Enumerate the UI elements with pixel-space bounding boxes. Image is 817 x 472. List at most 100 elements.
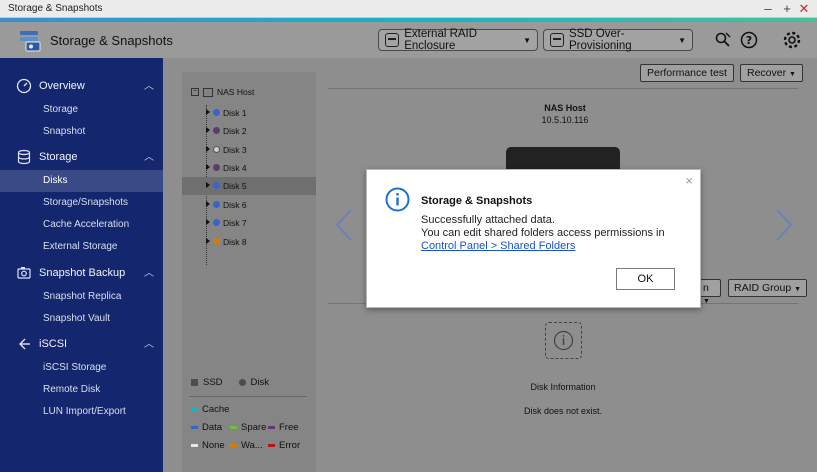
chevron-up-icon[interactable]: ︿ [144, 148, 154, 163]
recover-button[interactable]: Recover ▼ [740, 64, 803, 82]
legend-label: Spare [241, 422, 267, 433]
legend-none: None [191, 440, 225, 451]
sidebar-item-label: Cache Acceleration [43, 219, 130, 230]
disk-status-icon [213, 127, 220, 134]
tree-disk-item[interactable]: Disk 3 [182, 141, 316, 159]
disk-status-icon [213, 164, 220, 171]
help-icon[interactable]: ? [740, 31, 758, 49]
collapse-toggle-icon[interactable]: − [191, 88, 199, 96]
expand-arrow-icon[interactable] [206, 182, 210, 188]
app-logo-icon [20, 31, 41, 52]
ssd-square-icon [191, 379, 198, 386]
sidebar-item-label: Snapshot Vault [43, 313, 111, 324]
tree-disk-item[interactable]: Disk 2 [182, 122, 316, 140]
sidebar-item-remote-disk[interactable]: Remote Disk [0, 379, 163, 401]
legend-data: Data [191, 422, 222, 433]
app-header: Storage & Snapshots External RAID Enclos… [0, 22, 817, 58]
disk-info-title: Disk Information [530, 382, 596, 392]
dialog-message: Successfully attached data. [421, 214, 555, 226]
disk-status-icon [213, 238, 220, 245]
legend-label: Cache [202, 404, 230, 415]
data-swatch [191, 426, 198, 429]
disk-info-icon [545, 322, 582, 359]
expand-arrow-icon[interactable] [206, 219, 210, 225]
tree-disk-item[interactable]: Disk 7 [182, 214, 316, 232]
tree-disk-item[interactable]: Disk 6 [182, 196, 316, 214]
disk-name: Disk 8 [223, 237, 247, 247]
window-titlebar: Storage & Snapshots – + ✕ [0, 0, 817, 18]
sidebar-item-label: External Storage [43, 241, 118, 252]
legend-spare: Spare [230, 422, 266, 433]
external-raid-button[interactable]: External RAID Enclosure ▼ [378, 28, 538, 52]
tree-disk-item[interactable]: Disk 8 [182, 233, 316, 251]
gear-icon[interactable] [782, 30, 802, 50]
tree-root-label: NAS Host [217, 87, 255, 97]
disk-name: Disk 6 [223, 200, 247, 210]
sidebar-item-storage-snapshots[interactable]: Storage/Snapshots [0, 192, 163, 214]
disk-status-icon [213, 182, 220, 189]
sidebar-item-snapshot-replica[interactable]: Snapshot Replica [0, 286, 163, 308]
sidebar-section-overview[interactable]: Overview ︿ [0, 74, 163, 98]
sidebar-section-snapshot-backup[interactable]: Snapshot Backup ︿ [0, 261, 163, 285]
sidebar-item-external-storage[interactable]: External Storage [0, 236, 163, 258]
nas-host-label: NAS Host [544, 103, 586, 113]
sidebar-section-iscsi[interactable]: iSCSI ︿ [0, 332, 163, 356]
server-icon [203, 87, 213, 97]
none-swatch [191, 444, 198, 447]
expand-arrow-icon[interactable] [206, 127, 210, 133]
iscsi-icon [19, 338, 30, 350]
nas-ip-label: 10.5.10.116 [541, 115, 589, 125]
tree-disk-item-selected[interactable]: Disk 5 [182, 177, 316, 195]
expand-arrow-icon[interactable] [206, 164, 210, 170]
sidebar-item-lun-import-export[interactable]: LUN Import/Export [0, 401, 163, 423]
maximize-button[interactable]: + [780, 1, 794, 17]
shared-folders-link[interactable]: Control Panel > Shared Folders [421, 240, 575, 252]
chevron-right-icon[interactable] [774, 208, 794, 242]
disk-name: Disk 3 [223, 145, 247, 155]
sidebar-item-label: Snapshot Replica [43, 291, 122, 302]
sidebar-section-storage[interactable]: Storage ︿ [0, 145, 163, 169]
info-icon [553, 330, 574, 351]
performance-test-button[interactable]: Performance test [640, 64, 734, 82]
legend-error: Error [268, 440, 300, 451]
free-swatch [268, 426, 275, 429]
divider [328, 88, 798, 89]
expand-arrow-icon[interactable] [206, 238, 210, 244]
expand-arrow-icon[interactable] [206, 201, 210, 207]
ssd-overprovisioning-button[interactable]: SSD Over-Provisioning ▼ [543, 28, 693, 52]
close-dialog-icon[interactable]: × [685, 174, 693, 187]
raid-group-selector[interactable]: RAID Group ▼ [728, 279, 808, 297]
legend-ssd-label: SSD [203, 377, 223, 388]
minimize-button[interactable]: – [761, 1, 775, 17]
svg-text:?: ? [746, 34, 752, 47]
expand-arrow-icon[interactable] [206, 109, 210, 115]
chevron-up-icon[interactable]: ︿ [144, 335, 154, 350]
sidebar-item-storage-overview[interactable]: Storage [0, 99, 163, 121]
tree-disk-item[interactable]: Disk 4 [182, 159, 316, 177]
sidebar-item-disks[interactable]: Disks [0, 170, 163, 192]
legend-warning: Wa... [230, 440, 263, 451]
sidebar-section-label: iSCSI [39, 338, 68, 350]
snapshot-backup-icon [17, 267, 31, 279]
search-settings-icon[interactable] [714, 31, 732, 49]
chevron-up-icon[interactable]: ︿ [144, 264, 154, 279]
spare-swatch [230, 426, 237, 429]
legend-label: Data [202, 422, 223, 433]
ok-button[interactable]: OK [616, 268, 675, 290]
sidebar-item-snapshot-vault[interactable]: Snapshot Vault [0, 308, 163, 330]
sidebar-item-cache-acceleration[interactable]: Cache Acceleration [0, 214, 163, 236]
chevron-left-icon[interactable] [334, 208, 354, 242]
legend-label: Wa... [241, 440, 263, 451]
sidebar-item-snapshot[interactable]: Snapshot [0, 121, 163, 143]
sidebar-item-iscsi-storage[interactable]: iSCSI Storage [0, 357, 163, 379]
legend-types: SSD Disk [191, 377, 269, 388]
disk-info-text: Disk does not exist. [523, 406, 603, 416]
chevron-up-icon[interactable]: ︿ [144, 77, 154, 92]
tree-root[interactable]: − NAS Host [191, 87, 254, 97]
sidebar-item-label: Disks [43, 175, 68, 186]
sidebar-item-label: LUN Import/Export [43, 406, 126, 417]
close-window-button[interactable]: ✕ [797, 1, 811, 17]
tree-disk-item[interactable]: Disk 1 [182, 104, 316, 122]
expand-arrow-icon[interactable] [206, 146, 210, 152]
dialog-message: You can edit shared folders access permi… [421, 227, 665, 239]
